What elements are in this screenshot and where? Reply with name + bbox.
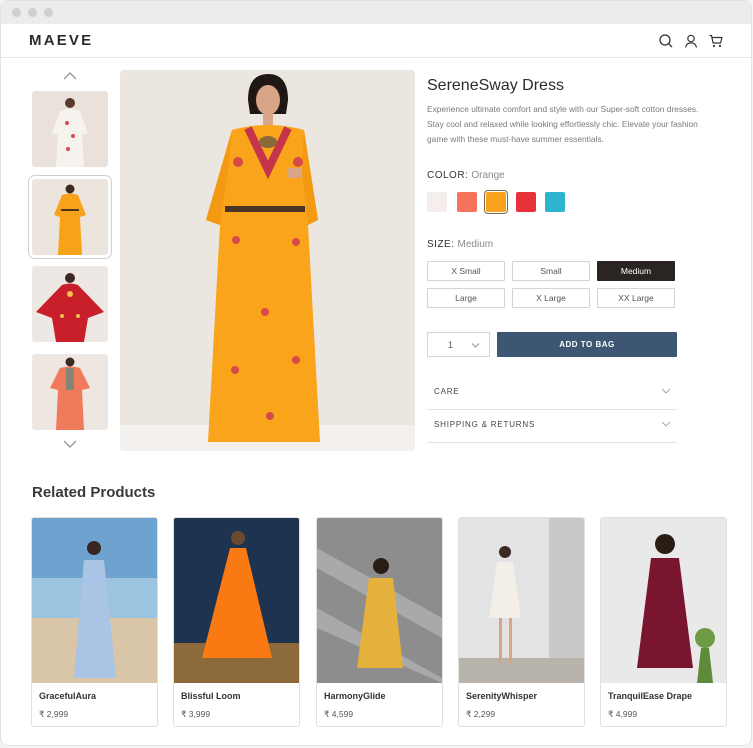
window-minimize-dot[interactable]	[28, 8, 37, 17]
cart-icon[interactable]	[708, 33, 724, 49]
size-option[interactable]: Medium	[597, 261, 675, 281]
product-card[interactable]: GracefulAura ₹ 2,999	[31, 517, 158, 727]
related-products-heading: Related Products	[32, 484, 156, 501]
product-card-name[interactable]: Blissful Loom	[181, 691, 241, 701]
size-option[interactable]: X Large	[512, 288, 590, 308]
window-zoom-dot[interactable]	[44, 8, 53, 17]
product-card[interactable]: HarmonyGlide ₹ 4,599	[316, 517, 443, 727]
product-card-name[interactable]: SerenityWhisper	[466, 691, 537, 701]
brand-logo[interactable]: MAEVE	[29, 32, 93, 49]
search-icon[interactable]	[658, 33, 674, 49]
product-title: SereneSway Dress	[427, 77, 564, 94]
product-card-price: ₹ 4,599	[324, 709, 354, 719]
color-selected-value: Orange	[471, 170, 505, 181]
color-swatch[interactable]	[545, 192, 565, 212]
product-card-image[interactable]	[317, 518, 442, 683]
window-close-dot[interactable]	[12, 8, 21, 17]
product-card-image[interactable]	[601, 518, 726, 683]
size-option[interactable]: XX Large	[597, 288, 675, 308]
thumbnail-image-2-selected[interactable]	[28, 175, 112, 259]
size-option[interactable]: Large	[427, 288, 505, 308]
quantity-select[interactable]: 1	[427, 332, 490, 357]
product-card-price: ₹ 2,299	[466, 709, 496, 719]
product-card[interactable]: SerenityWhisper ₹ 2,299	[458, 517, 585, 727]
size-option[interactable]: X Small	[427, 261, 505, 281]
product-card-image[interactable]	[32, 518, 157, 683]
browser-window: MAEVE SereneSway Dress Experience ultima…	[0, 0, 752, 746]
main-product-image[interactable]	[120, 70, 415, 451]
product-card[interactable]: Blissful Loom ₹ 3,999	[173, 517, 300, 727]
accordion-shipping-label: SHIPPING & RETURNS	[434, 420, 536, 429]
accordion-care-label: CARE	[434, 387, 460, 396]
color-swatch[interactable]	[515, 192, 536, 212]
thumbnail-scroll-up-chevron-up-icon[interactable]	[61, 69, 79, 83]
thumbnail-image-3[interactable]	[32, 266, 108, 342]
product-description: Experience ultimate comfort and style wi…	[427, 104, 699, 144]
color-swatch[interactable]	[456, 192, 477, 212]
site-header: MAEVE	[1, 24, 751, 58]
product-card-price: ₹ 3,999	[181, 709, 211, 719]
product-card-name[interactable]: TranquilEase Drape	[608, 691, 692, 701]
add-to-bag-button[interactable]: ADD TO BAG	[497, 332, 677, 357]
quantity-value: 1	[448, 340, 454, 350]
quantity-chevron-down-icon	[471, 343, 480, 348]
chevron-down-icon	[661, 388, 671, 394]
color-swatch[interactable]	[484, 190, 508, 214]
product-card-price: ₹ 2,999	[39, 709, 69, 719]
product-card-name[interactable]: GracefulAura	[39, 691, 96, 701]
user-icon[interactable]	[683, 33, 699, 49]
accordion-shipping-returns[interactable]: SHIPPING & RETURNS	[427, 410, 677, 443]
chevron-down-icon	[661, 421, 671, 427]
thumbnail-image-1[interactable]	[32, 91, 108, 167]
window-titlebar	[1, 1, 751, 24]
product-card-image[interactable]	[459, 518, 584, 683]
product-card-image[interactable]	[174, 518, 299, 683]
color-label: COLOR: Orange	[427, 170, 505, 181]
product-card[interactable]: TranquilEase Drape ₹ 4,999	[600, 517, 727, 727]
thumbnail-scroll-down-chevron-down-icon[interactable]	[61, 437, 79, 451]
product-card-name[interactable]: HarmonyGlide	[324, 691, 386, 701]
thumbnail-image-4[interactable]	[32, 354, 108, 430]
color-swatch[interactable]	[427, 192, 447, 212]
size-label: SIZE: Medium	[427, 239, 494, 250]
product-card-price: ₹ 4,999	[608, 709, 638, 719]
size-option[interactable]: Small	[512, 261, 590, 281]
accordion-care[interactable]: CARE	[427, 377, 677, 410]
size-selected-value: Medium	[457, 239, 494, 250]
